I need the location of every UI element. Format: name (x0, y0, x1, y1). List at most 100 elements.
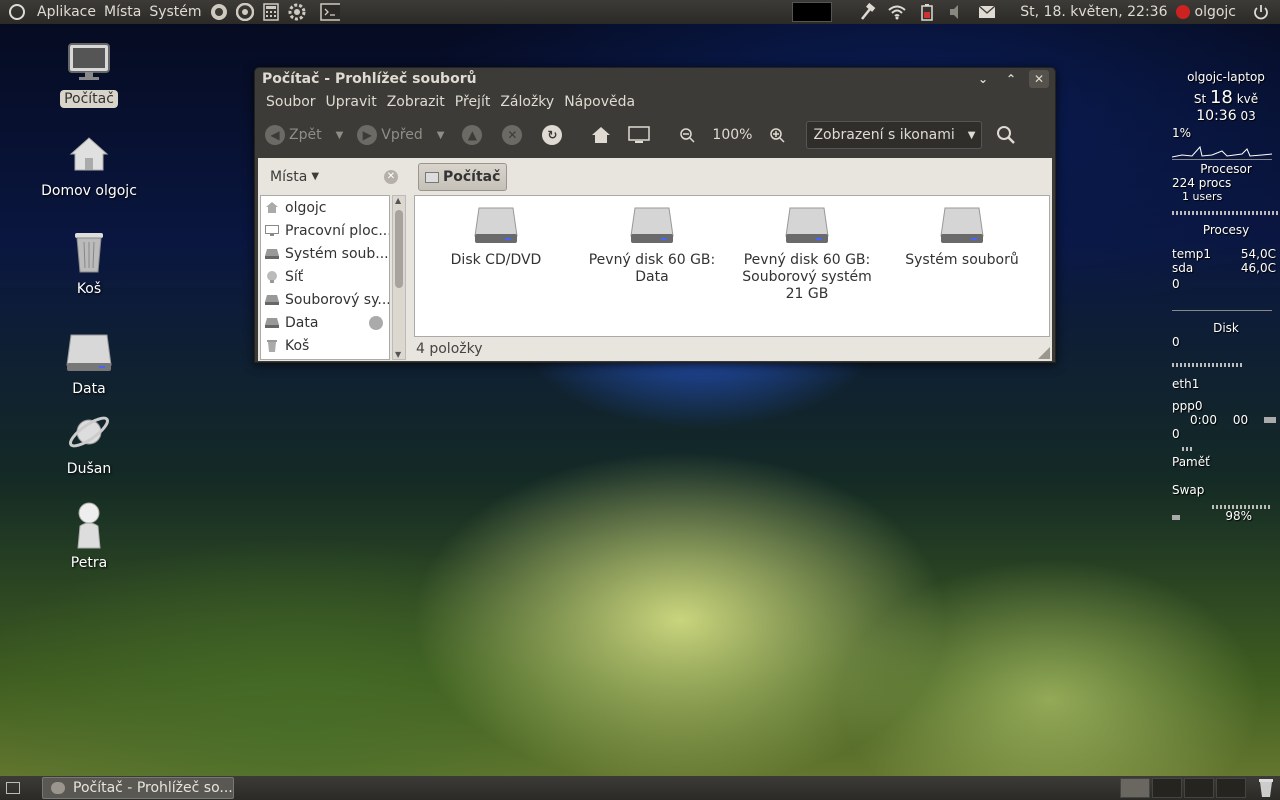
taskbar-item-file-manager[interactable]: Počítač - Prohlížeč so... (42, 777, 234, 799)
computer-button[interactable] (628, 124, 651, 146)
sidebar-header[interactable]: Místa ▼ ✕ (258, 158, 408, 195)
workspace-1[interactable] (1120, 778, 1150, 798)
menu-system[interactable]: Systém (145, 0, 205, 24)
chevron-down-icon: ▼ (311, 171, 320, 182)
clock[interactable]: St, 18. květen, 22:36 (1020, 4, 1167, 20)
file-name-line: Souborový systém (742, 269, 872, 285)
trash-icon (65, 228, 113, 276)
menu-zobrazit[interactable]: Zobrazit (382, 94, 450, 110)
sidebar-item-filesystem-volume[interactable]: Souborový sy... (261, 288, 389, 311)
power-icon[interactable] (1250, 1, 1272, 23)
location-button-computer[interactable]: Počítač (418, 163, 508, 191)
window-titlebar[interactable]: Počítač - Prohlížeč souborů ⌄ ⌃ ✕ (255, 68, 1055, 90)
computer-icon (425, 171, 439, 183)
hammer-icon[interactable] (856, 1, 878, 23)
ubuntu-logo-icon[interactable] (9, 4, 25, 20)
menu-mista[interactable]: Místa (100, 0, 145, 24)
file-manager-window: Počítač - Prohlížeč souborů ⌄ ⌃ ✕ Soubor… (254, 67, 1056, 363)
conky-temp-value: 54,0C (1240, 247, 1276, 261)
user-menu[interactable]: olgojc (1175, 4, 1237, 20)
workspace-4[interactable] (1216, 778, 1246, 798)
search-button[interactable] (994, 123, 1018, 147)
home-icon (65, 130, 113, 178)
forward-button[interactable]: ▶ Vpřed ▼ (357, 125, 444, 145)
up-button[interactable]: ▲ (462, 125, 486, 145)
desktop-icon-computer[interactable]: Počítač (29, 38, 149, 108)
user-name: olgojc (1194, 4, 1237, 20)
desktop-icon-label: Koš (76, 281, 102, 297)
battery-icon[interactable] (916, 1, 938, 23)
zoom-in-button[interactable] (766, 124, 788, 146)
desktop-icon-petra[interactable]: Petra (29, 502, 149, 572)
conky-swap-indicator (1172, 515, 1180, 520)
stop-button[interactable]: ✕ (502, 125, 526, 145)
user-status-icon (1175, 5, 1190, 19)
desktop-icon-dusan[interactable]: Dušan (29, 408, 149, 478)
show-desktop-icon[interactable] (6, 782, 20, 794)
maximize-button[interactable]: ⌃ (1001, 70, 1021, 88)
firefox-icon[interactable] (209, 2, 229, 22)
eject-icon[interactable] (369, 315, 383, 330)
close-button[interactable]: ✕ (1029, 70, 1049, 88)
desktop-icon-trash[interactable]: Koš (29, 228, 149, 298)
menu-upravit[interactable]: Upravit (321, 94, 382, 110)
sidebar-item-desktop[interactable]: Pracovní ploc... (261, 219, 389, 242)
file-item-disk-filesystem[interactable]: Pevný disk 60 GB: Souborový systém 21 GB (732, 206, 882, 303)
sidebar-item-trash[interactable]: Koš (261, 334, 389, 357)
menu-prejit[interactable]: Přejít (450, 94, 496, 110)
volume-icon[interactable] (946, 1, 968, 23)
scroll-down-icon[interactable]: ▼ (395, 350, 401, 359)
conky-swap-label: Swap (1172, 483, 1205, 497)
calculator-icon[interactable] (261, 2, 281, 22)
chromium-icon[interactable] (235, 2, 255, 22)
home-button[interactable] (590, 124, 612, 146)
view-mode-value: Zobrazení s ikonami (813, 127, 955, 143)
menu-aplikace[interactable]: Aplikace (33, 0, 100, 24)
scrollbar-thumb[interactable] (395, 210, 403, 288)
conky-date: St 18 kvě (1172, 87, 1280, 108)
zoom-level[interactable]: 100% (712, 127, 752, 143)
reload-button[interactable]: ↻ (542, 125, 566, 145)
conky-disk-bar (1172, 363, 1242, 367)
conky-time: 10:36 03 (1172, 108, 1280, 124)
sidebar-item-home[interactable]: olgojc (261, 196, 389, 219)
file-item-disk-data[interactable]: Pevný disk 60 GB: Data (577, 206, 727, 286)
trash-icon[interactable] (1258, 778, 1274, 798)
back-button[interactable]: ◀ Zpět ▼ (265, 125, 343, 145)
mail-icon[interactable] (976, 1, 998, 23)
scroll-up-icon[interactable]: ▲ (395, 196, 401, 205)
view-mode-select[interactable]: Zobrazení s ikonami ▼ (806, 121, 983, 149)
wifi-icon[interactable] (886, 1, 908, 23)
settings-gear-icon[interactable] (287, 2, 307, 22)
minimize-button[interactable]: ⌄ (973, 70, 993, 88)
desktop-icon-data[interactable]: Data (29, 328, 149, 398)
terminal-icon[interactable] (319, 2, 340, 22)
zoom-out-button[interactable] (676, 124, 698, 146)
file-name-line: Data (635, 269, 669, 285)
workspace-3[interactable] (1184, 778, 1214, 798)
window-toolbar: ◀ Zpět ▼ ▶ Vpřed ▼ ▲ ✕ ↻ 100% Zobrazení … (255, 114, 1055, 156)
menu-soubor[interactable]: Soubor (261, 94, 321, 110)
chevron-down-icon[interactable]: ▼ (336, 130, 344, 141)
up-arrow-icon: ▲ (462, 125, 483, 145)
workspace-2[interactable] (1152, 778, 1182, 798)
forward-label: Vpřed (381, 127, 423, 143)
desktop-icon-home[interactable]: Domov olgojc (29, 130, 149, 200)
file-item-filesystem[interactable]: Systém souborů (887, 206, 1037, 269)
menu-napoveda[interactable]: Nápověda (559, 94, 640, 110)
system-monitor-graph[interactable] (792, 2, 833, 22)
sidebar-scrollbar[interactable]: ▲ ▼ (392, 195, 406, 360)
resize-grip-icon[interactable] (1038, 347, 1050, 359)
file-item-cd-dvd[interactable]: Disk CD/DVD (421, 206, 571, 269)
conky-ppp-indicator (1263, 417, 1276, 423)
sidebar-item-label: olgojc (285, 199, 327, 216)
close-sidebar-icon[interactable]: ✕ (384, 169, 398, 184)
menu-zalozky[interactable]: Záložky (495, 94, 559, 110)
sidebar-item-filesystem[interactable]: Systém soub... (261, 242, 389, 265)
sidebar-item-data[interactable]: Data (261, 311, 389, 334)
chevron-down-icon[interactable]: ▼ (437, 130, 445, 141)
desktop-icon-label: Domov olgojc (41, 183, 137, 199)
file-icon-view[interactable]: Disk CD/DVD Pevný disk 60 GB: Data Pevný… (414, 195, 1050, 337)
conky-sda-value: 46,0C (1240, 261, 1276, 275)
sidebar-item-network[interactable]: Síť (261, 265, 389, 288)
